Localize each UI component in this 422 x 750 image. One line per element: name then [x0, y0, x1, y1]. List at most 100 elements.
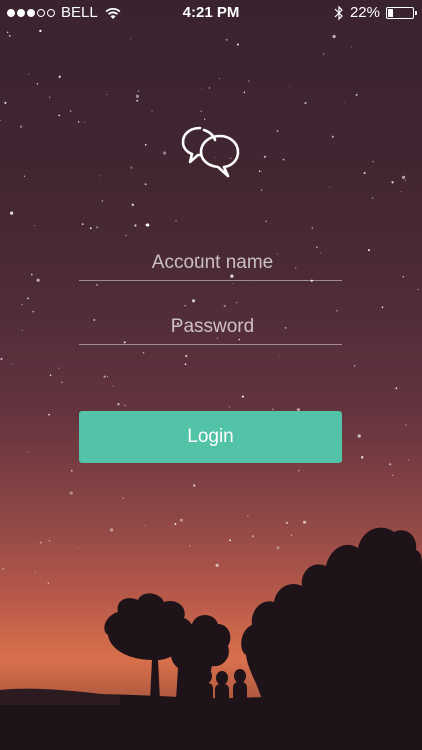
star [208, 87, 211, 89]
star [60, 381, 63, 384]
star [215, 563, 219, 567]
star [395, 387, 398, 390]
star [32, 310, 35, 313]
star [402, 175, 406, 179]
star [2, 567, 5, 570]
star [77, 547, 79, 549]
star [361, 456, 364, 459]
account-name-input[interactable] [79, 244, 346, 282]
star [276, 546, 280, 550]
star [27, 451, 29, 453]
star [191, 299, 196, 303]
star [251, 535, 254, 538]
status-bar: BELL 4:21 PM 22% [0, 0, 422, 26]
star [229, 539, 231, 542]
star [331, 135, 334, 138]
star [106, 376, 108, 378]
star [218, 78, 220, 80]
star [96, 284, 98, 286]
star [408, 459, 410, 461]
star [83, 121, 86, 124]
star [265, 220, 267, 222]
star [81, 223, 84, 225]
star [323, 53, 325, 55]
password-field [79, 308, 346, 346]
star [233, 283, 234, 284]
star [117, 403, 120, 406]
star [297, 469, 300, 472]
star [278, 355, 280, 357]
star [99, 175, 101, 177]
star [417, 288, 419, 291]
star [130, 38, 132, 40]
star [69, 110, 72, 112]
star [263, 155, 267, 158]
star [0, 119, 1, 121]
star [285, 521, 289, 525]
star [48, 539, 51, 542]
star [400, 191, 402, 193]
star [145, 223, 148, 227]
star [175, 219, 177, 222]
star [179, 518, 183, 522]
star [405, 424, 407, 426]
star [189, 544, 191, 547]
star [23, 175, 26, 177]
status-right: 22% [334, 4, 417, 21]
star [4, 101, 7, 104]
star [368, 249, 370, 252]
battery-level [388, 8, 393, 17]
star [151, 110, 153, 112]
star [228, 406, 230, 408]
star [135, 94, 139, 98]
star [103, 375, 106, 378]
star [70, 469, 73, 472]
star [33, 224, 36, 227]
star [10, 211, 14, 215]
star [353, 364, 356, 367]
star [30, 273, 33, 276]
tree-silhouettes [0, 527, 422, 750]
star [0, 357, 3, 361]
star [19, 125, 23, 128]
star [332, 34, 336, 39]
star [225, 38, 228, 41]
star [243, 91, 246, 94]
star [404, 179, 406, 181]
star [7, 31, 9, 33]
star [136, 99, 139, 102]
star [58, 367, 60, 369]
star [134, 224, 137, 227]
star [223, 304, 226, 308]
login-button[interactable]: Login [79, 411, 342, 463]
star [258, 170, 261, 172]
star [36, 278, 40, 282]
star [174, 523, 177, 526]
star [137, 90, 140, 92]
star [355, 93, 358, 96]
star [389, 463, 392, 466]
star [27, 297, 29, 300]
star [21, 303, 23, 306]
bluetooth-icon [334, 5, 343, 20]
account-name-field [79, 244, 346, 282]
star [130, 166, 133, 169]
star [101, 200, 104, 202]
star [185, 354, 188, 358]
star [304, 101, 307, 105]
star [371, 197, 374, 199]
star [28, 73, 30, 76]
star [34, 572, 36, 574]
star [372, 161, 374, 163]
star [8, 35, 11, 37]
star [39, 29, 42, 33]
battery-percent: 22% [349, 4, 380, 21]
star [124, 404, 126, 407]
star [381, 306, 384, 309]
star [58, 75, 61, 78]
star [110, 528, 114, 532]
star [163, 151, 167, 155]
star [125, 234, 127, 237]
star [392, 474, 394, 476]
password-input[interactable] [79, 308, 346, 346]
